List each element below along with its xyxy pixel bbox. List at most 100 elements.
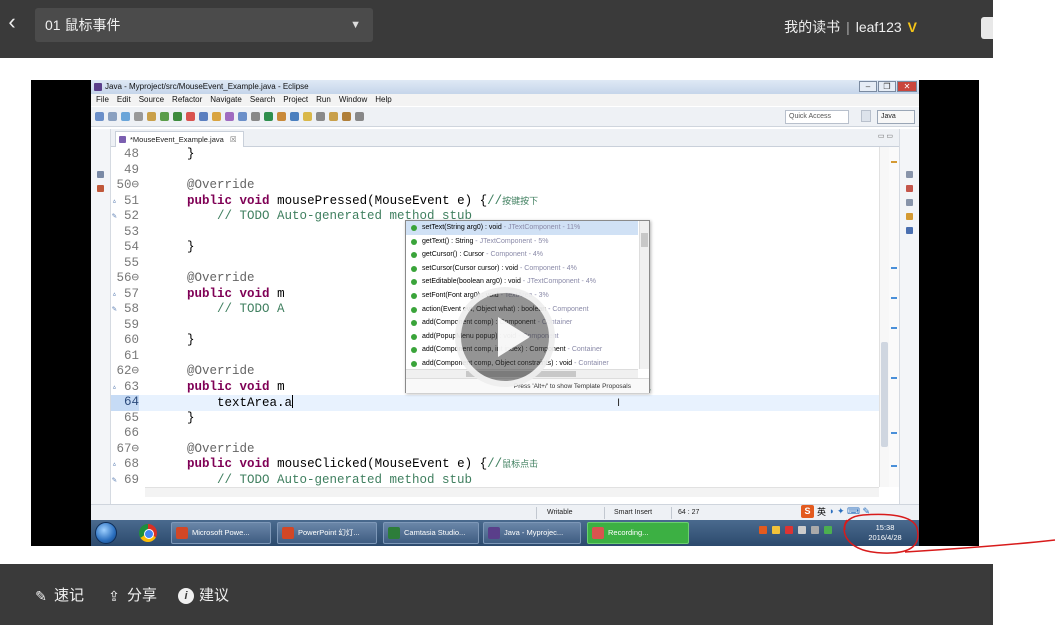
divider — [536, 507, 537, 519]
line-number: 56⊖ — [116, 271, 139, 285]
menu-item: File — [96, 95, 109, 104]
proposal-signature: setCursor(Cursor cursor) : void — [422, 264, 519, 272]
clock-time: 15:38 — [875, 523, 895, 532]
toolbar-icons — [95, 112, 364, 121]
toolbar-icon — [186, 112, 195, 121]
code-text: // TODO A — [217, 302, 285, 316]
video-player[interactable]: Java - Myproject/src/MouseEvent_Example.… — [31, 80, 979, 546]
taskbar-item: Recording... — [587, 522, 689, 544]
code-line: 68 ▵ public void mouseClicked(MouseEvent … — [111, 457, 879, 473]
note-button[interactable]: ✎ 速记 — [33, 586, 84, 606]
java-file-icon — [119, 136, 126, 143]
taskbar-item-label: Recording... — [608, 528, 649, 537]
editor-tab-bar: *MouseEvent_Example.java ☒ ▭ ▭ — [111, 129, 899, 147]
ime-toolbar: S 英 ◗ ✦ ⌨ ✎ — [801, 503, 870, 520]
line-number: 59 — [123, 317, 139, 332]
toolbar-icon — [277, 112, 286, 121]
suggest-button[interactable]: i 建议 — [178, 586, 229, 606]
proposal-meta: - Component — [546, 305, 589, 313]
overview-ruler — [889, 147, 899, 487]
share-icon: ⇪ — [108, 588, 120, 604]
eclipse-title-bar: Java - Myproject/src/MouseEvent_Example.… — [91, 80, 919, 94]
line-number: 50⊖ — [116, 178, 139, 192]
line-number: 55 — [123, 255, 139, 270]
code-line: 49 — [111, 163, 879, 179]
public-method-icon — [411, 333, 417, 340]
bottom-bar: ✎ 速记 ⇪ 分享 i 建议 — [0, 564, 993, 625]
menu-item: Window — [338, 95, 368, 104]
line-number: 61 — [123, 348, 139, 363]
scroll-thumb — [641, 233, 648, 247]
outline-icon — [97, 185, 104, 192]
proposal-signature: setText(String arg0) : void — [422, 224, 502, 231]
toolbar-icon — [264, 112, 273, 121]
taskbar-item: Camtasia Studio... — [383, 522, 479, 544]
maximize-icon: ❐ — [878, 81, 896, 92]
proposal-scrollbar — [639, 221, 649, 369]
java-perspective-button: Java — [877, 110, 915, 124]
share-button[interactable]: ⇪ 分享 — [106, 586, 157, 606]
proposal-meta: - JTextComponent - 5% — [473, 237, 549, 245]
code-line: 66 — [111, 426, 879, 442]
insert-mode-status: Smart Insert — [614, 509, 653, 516]
menu-item: Edit — [116, 95, 131, 104]
start-button-icon — [95, 522, 117, 544]
left-trim-bar — [91, 129, 111, 504]
side-panel-tab[interactable] — [981, 17, 993, 39]
sogou-ime-icon: S — [801, 505, 814, 518]
proposal-signature: getText() : String — [422, 237, 474, 245]
code-text: textArea.a — [157, 395, 294, 410]
task-list-icon — [906, 171, 913, 178]
line-number: 64 — [111, 395, 139, 411]
ime-mode: 英 — [817, 507, 827, 517]
chapter-select-label: 01 鼠标事件 — [45, 17, 121, 33]
toolbar-icon — [329, 112, 338, 121]
editor-tab-label: *MouseEvent_Example.java — [130, 135, 224, 144]
suggest-label: 建议 — [199, 587, 230, 604]
taskbar-item: Microsoft Powe... — [171, 522, 271, 544]
back-arrow-icon[interactable]: ‹ — [2, 10, 22, 36]
toolbar-icon — [108, 112, 117, 121]
divider — [671, 507, 672, 519]
code-text: } — [157, 147, 195, 161]
top-bar: ‹ 01 鼠标事件 ▼ 我的读书 | leaf123 V — [0, 0, 993, 58]
update-tray-icon — [824, 526, 832, 534]
taskbar-clock: 15:38 2016/4/28 — [855, 522, 915, 544]
public-method-icon — [411, 265, 417, 272]
outline-view-icon — [906, 227, 913, 234]
my-books-link[interactable]: 我的读书 — [784, 17, 840, 37]
scroll-thumb — [881, 342, 888, 447]
console-icon — [906, 199, 913, 206]
gutter-marker-icon: ▵ — [112, 460, 117, 469]
proposal-item: setText(String arg0) : void - JTextCompo… — [406, 221, 638, 235]
line-number: 65 — [123, 410, 139, 425]
info-icon: i — [178, 588, 194, 604]
public-method-icon — [411, 225, 417, 231]
user-area: 我的读书 | leaf123 V — [784, 17, 917, 37]
signal-tray-icon — [811, 526, 819, 534]
menu-item: Run — [316, 95, 331, 104]
reader-page: ‹ 01 鼠标事件 ▼ 我的读书 | leaf123 V Java - Mypr… — [0, 0, 1056, 627]
play-button-icon[interactable] — [455, 287, 555, 387]
code-line: 64 textArea.a — [111, 395, 879, 411]
public-method-icon — [411, 306, 417, 313]
app-icon — [592, 527, 604, 539]
chapter-select[interactable]: 01 鼠标事件 ▼ — [35, 8, 373, 42]
app-icon — [488, 527, 500, 539]
toolbar-icon — [316, 112, 325, 121]
divider — [604, 507, 605, 519]
menu-item: Navigate — [210, 95, 242, 104]
proposal-item: getText() : String - JTextComponent - 5% — [406, 235, 638, 249]
code-text: // TODO Auto-generated method stub — [217, 472, 473, 487]
clock-date: 2016/4/28 — [868, 533, 902, 542]
code-text: } — [157, 333, 195, 347]
code-text: } — [157, 410, 195, 425]
code-line: 48 } — [111, 147, 879, 163]
public-method-icon — [411, 238, 417, 245]
username[interactable]: leaf123 — [856, 19, 902, 35]
mouse-ibeam-icon: I — [617, 397, 621, 409]
taskbar-item-label: PowerPoint 幻灯... — [298, 528, 360, 537]
toolbar-icon — [290, 112, 299, 121]
minimize-icon: – — [859, 81, 877, 92]
ruler-mark — [891, 327, 897, 329]
